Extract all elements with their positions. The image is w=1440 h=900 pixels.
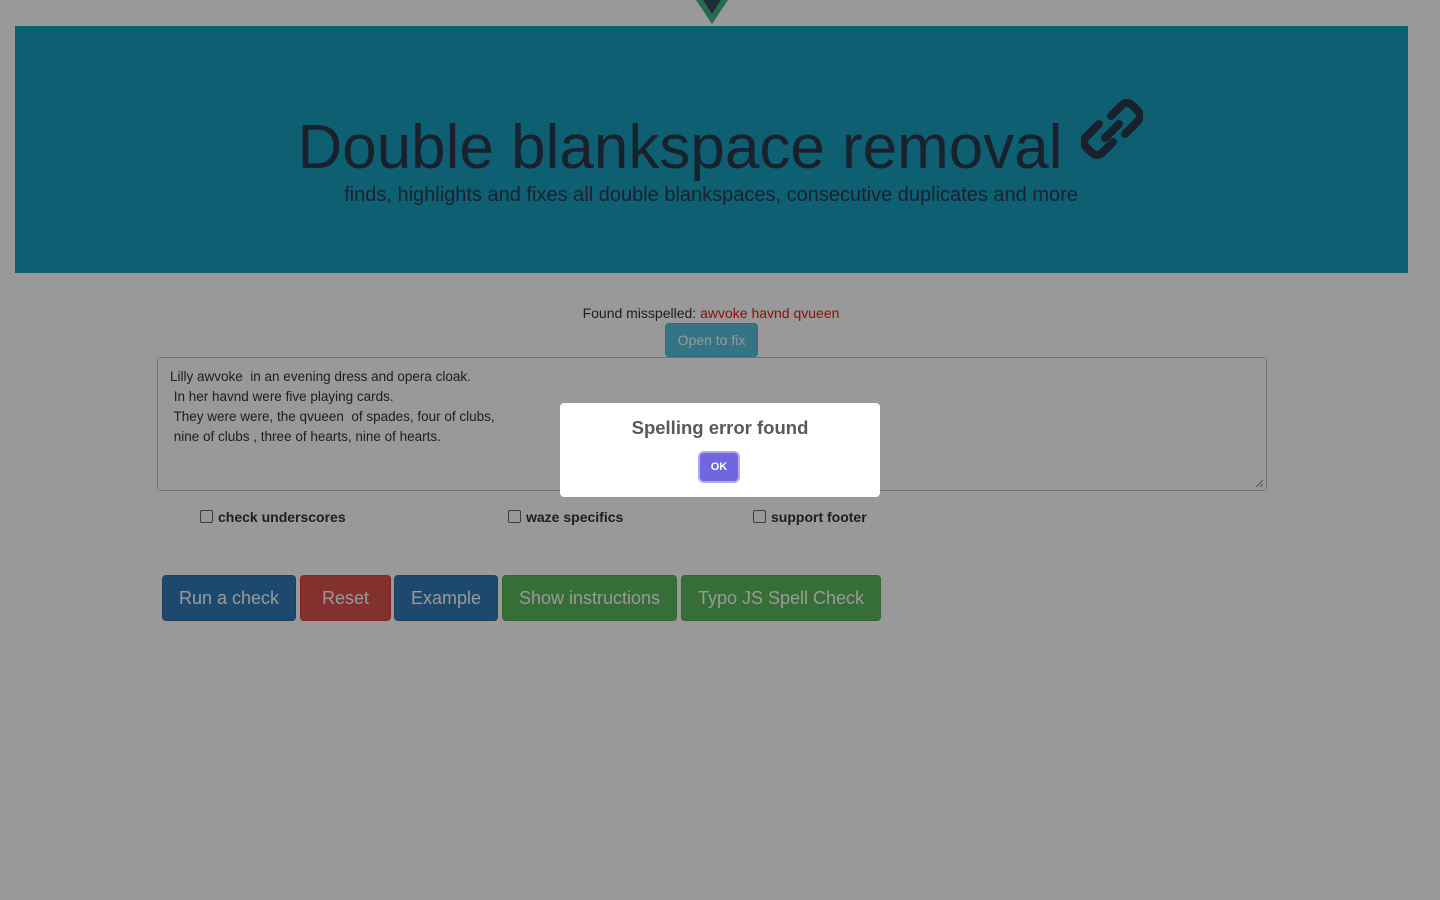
spelling-error-dialog: Spelling error found OK	[560, 403, 880, 497]
dialog-title: Spelling error found	[631, 417, 809, 438]
ok-button[interactable]: OK	[700, 453, 738, 481]
page: Double blankspace removal finds, highlig…	[0, 0, 1440, 900]
